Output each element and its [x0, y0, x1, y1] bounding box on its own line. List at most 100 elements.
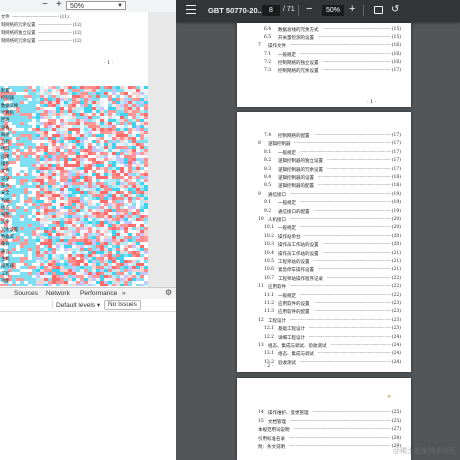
toc-row[interactable]: 本规范用词说明 ·································… [237, 427, 411, 434]
toc-row[interactable]: 制网络的冗余设置 ·······························… [1, 38, 82, 44]
toc-row[interactable]: 10.7 工程师站操作程序记录 ··························… [237, 276, 411, 283]
menu-icon[interactable] [186, 5, 196, 14]
toc-row[interactable]: 10.5 工程师站的设置 ·····························… [237, 259, 411, 266]
log-levels-dropdown[interactable]: Default levels ▾ [56, 301, 100, 309]
toc-row[interactable]: 8 逻辑控制器 ··································… [237, 141, 411, 148]
toc-row[interactable]: 7 操作文件 ···································… [237, 43, 411, 50]
noise-cell [116, 266, 120, 269]
noise-cell [44, 107, 48, 110]
toc-row[interactable]: 引用标准名录 ··································… [237, 436, 411, 443]
toc-row[interactable]: 文件 ·····································… [1, 14, 69, 20]
noise-cell [60, 185, 64, 188]
toc-row[interactable]: 8.1 一般规定 ·································… [237, 150, 411, 157]
noise-cell [108, 185, 112, 188]
zoom-out-button[interactable]: − [42, 0, 48, 10]
zoom-input[interactable]: 50% [322, 5, 344, 16]
toc-row[interactable]: 10.6 紧急停车操作设置 ····························… [237, 267, 411, 274]
toc-row[interactable]: 制网络的独立设置 ·······························… [1, 30, 82, 36]
noise-cell [124, 191, 128, 194]
noise-cell [144, 260, 148, 263]
noise-cell [64, 242, 68, 245]
zoom-out-button[interactable]: − [306, 3, 312, 15]
noise-cell [56, 236, 60, 239]
noise-cell [56, 113, 60, 116]
noise-cell [60, 275, 64, 278]
toc-row[interactable]: 7.3 控制网络的冗余设置 ····························… [237, 68, 411, 75]
pdf-page[interactable]: ❀ 14 操作维护、变更管理 ···························… [237, 378, 411, 460]
console-filter-input[interactable] [0, 300, 53, 309]
toc-row[interactable]: 11.3 应用软件的配置 ·····························… [237, 309, 411, 316]
toc-row[interactable]: 9.1 一般规定 ·································… [237, 200, 411, 207]
noise-cell [132, 158, 136, 161]
toc-row[interactable]: 7.4 控制网络的配置 ······························… [237, 133, 411, 140]
noise-cell [128, 224, 132, 227]
noise-cell [132, 257, 136, 260]
tab-sources[interactable]: Sources [14, 290, 38, 297]
toc-row[interactable]: 8.3 逻辑控制器的冗余设置 ···························… [237, 167, 411, 174]
toc-row[interactable]: 11.1 一般规定 ································… [237, 293, 411, 300]
toc-row[interactable]: 10.4 操作员工作站的设置 ···························… [237, 251, 411, 258]
noise-cell [44, 116, 48, 119]
toc-row[interactable]: 9.2 通信接口的配置 ······························… [237, 209, 411, 216]
toc-row[interactable]: 附：条文说明 ··································… [237, 444, 411, 451]
toc-row[interactable]: 15 文档管理 ··································… [237, 419, 411, 426]
zoom-in-button[interactable]: + [56, 0, 62, 10]
toc-row[interactable]: 8.4 逻辑控制器的设置 ·····························… [237, 175, 411, 182]
noise-cell [92, 137, 96, 140]
tab-performance[interactable]: Performance [80, 290, 117, 297]
pdf-page[interactable]: 7.4 控制网络的配置 ······························… [237, 112, 411, 372]
noise-cell [128, 104, 132, 107]
toc-row[interactable]: 12.2 详细工程设计 ······························… [237, 335, 411, 342]
gear-icon[interactable]: ⚙ [165, 288, 172, 297]
zoom-select-value: 50% [70, 3, 85, 10]
rotate-icon[interactable]: ↺ [391, 4, 399, 15]
noise-cell [80, 248, 84, 251]
noise-cell [88, 164, 92, 167]
toc-row[interactable]: 8.5 逻辑控制器的配置 ·····························… [237, 183, 411, 190]
noise-cell [96, 200, 100, 203]
toc-row[interactable]: 11 应用软件 ··································… [237, 284, 411, 291]
noise-cell [40, 257, 44, 260]
noise-cell [144, 122, 148, 125]
noise-cell [140, 119, 144, 122]
noise-cell [136, 92, 140, 95]
noise-cell [60, 218, 64, 221]
noise-cell [140, 284, 144, 286]
toc-row[interactable]: 11.2 应用软件的设置 ·····························… [237, 301, 411, 308]
toc-row[interactable]: 13 组态、集成与调试、验收测试 ·························… [237, 343, 411, 350]
toc-row[interactable]: 14 操作维护、变更管理 ·····························… [237, 410, 411, 417]
noise-cell [124, 188, 128, 191]
toc-row[interactable]: 10.3 操作员工作站的设置 ···························… [237, 242, 411, 249]
toc-row[interactable]: 7.1 一般规定 ·································… [237, 52, 411, 59]
toc-row[interactable]: 10.2 操作站单台 ·······························… [237, 234, 411, 241]
noise-cell [52, 215, 56, 218]
page-number-input[interactable]: 8 [262, 5, 280, 16]
pdf-page[interactable]: 6.4 数据总线的冗余方式 ····························… [237, 23, 411, 107]
noise-cell [84, 275, 88, 278]
noise-cell [120, 143, 124, 146]
noise-cell [132, 215, 136, 218]
noise-cell [88, 182, 92, 185]
tab-network[interactable]: Network [46, 290, 70, 297]
toc-row[interactable]: 8.2 逻辑控制器的独立设置 ···························… [237, 158, 411, 165]
toc-row[interactable]: 12.1 基础工程设计 ······························… [237, 326, 411, 333]
toc-row[interactable]: 制网络的冗余设置 ·······························… [1, 22, 82, 28]
noise-cell [48, 158, 52, 161]
noise-cell [88, 257, 92, 260]
fit-to-page-icon[interactable] [374, 6, 383, 14]
toc-row[interactable]: 12 工程设计 ··································… [237, 318, 411, 325]
toc-row[interactable]: 13.1 组态、集成与调试 ····························… [237, 351, 411, 358]
console-output[interactable] [0, 312, 176, 460]
noise-cell [128, 95, 132, 98]
toc-row[interactable]: 6.5 开关量检测的设置 ·····························… [237, 35, 411, 42]
more-tabs-button[interactable]: » [122, 290, 126, 297]
zoom-select[interactable]: 50% ▼ [66, 1, 126, 10]
toc-row[interactable]: 7.2 控制网络的独立设置 ····························… [237, 60, 411, 67]
toc-row[interactable]: 10.1 一般规定 ································… [237, 225, 411, 232]
noise-cell [76, 158, 80, 161]
toc-row[interactable]: 6.4 数据总线的冗余方式 ····························… [237, 27, 411, 34]
issues-button[interactable]: No Issues [104, 300, 141, 310]
toc-row[interactable]: 9 通信接口 ···································… [237, 192, 411, 199]
zoom-in-button[interactable]: + [349, 3, 355, 15]
toc-row[interactable]: 10 人机接口 ··································… [237, 217, 411, 224]
